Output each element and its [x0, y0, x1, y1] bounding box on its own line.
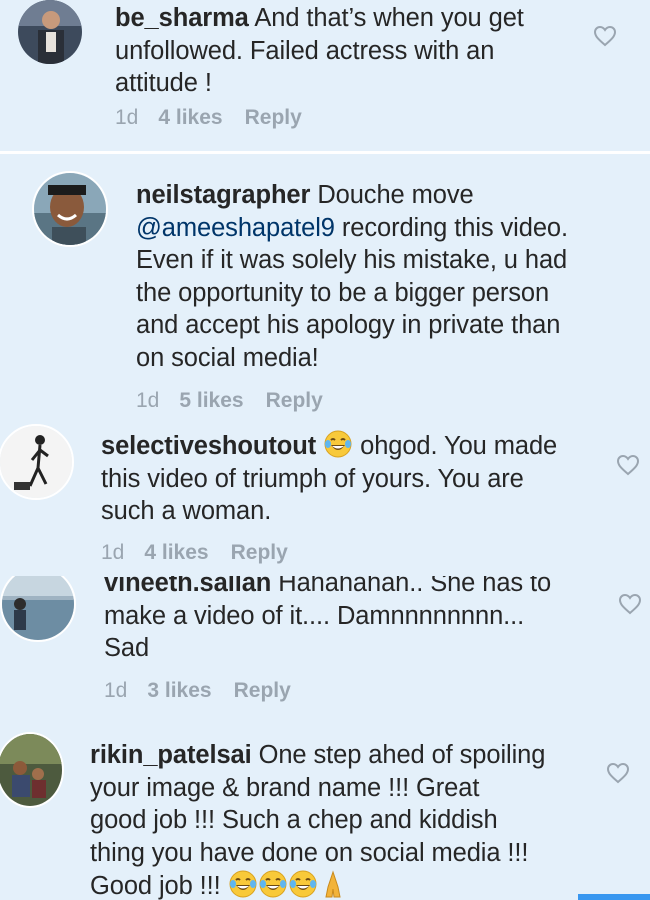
comment-line: Even if it was solely his mistake, u had — [136, 246, 568, 274]
avatar[interactable] — [0, 732, 64, 808]
comment-line: And that’s when you get — [254, 4, 524, 32]
reply-button[interactable]: Reply — [245, 106, 302, 130]
reply-button[interactable]: Reply — [234, 679, 291, 703]
comment-text: be_sharma And that’s when you get unfoll… — [115, 2, 585, 100]
mention-link[interactable]: @ameeshapatel9 — [136, 214, 335, 242]
comment-line: on social media! — [136, 343, 319, 372]
comment-vineeth-sallan: vineeth.sallan Hahahahah.. She has to ma… — [0, 576, 650, 720]
comment-line: this video of triumph of yours. You are — [101, 464, 524, 493]
likes-count[interactable]: 3 likes — [147, 679, 211, 703]
face-with-tears-of-joy-emoji — [289, 870, 317, 898]
comment-selectiveshoutout: selectiveshoutout ohgod. You made this v… — [0, 420, 650, 576]
comment-line: make a video of it.... Damnnnnnnnn... — [104, 601, 525, 630]
comment-meta: 1d 4 likes Reply — [101, 541, 288, 565]
comment-line: Hahahahah.. She has to — [278, 576, 552, 597]
comment-line: the opportunity to be a bigger person — [136, 278, 550, 307]
heart-outline-icon[interactable] — [616, 453, 640, 477]
comment-line: good job !!! Such a chep and kiddish — [90, 806, 498, 834]
avatar-image — [0, 426, 72, 498]
timestamp: 1d — [115, 106, 139, 129]
reply-button[interactable]: Reply — [266, 389, 323, 413]
avatar-image — [0, 734, 62, 806]
avatar[interactable] — [0, 424, 74, 500]
face-with-tears-of-joy-emoji — [229, 870, 257, 898]
folded-hands-emoji — [325, 870, 341, 898]
avatar[interactable] — [0, 576, 76, 642]
username[interactable]: rikin_patelsai — [90, 741, 252, 769]
comment-line: Good job !!! — [90, 872, 221, 900]
avatar-image — [2, 576, 74, 640]
reply-button[interactable]: Reply — [231, 541, 288, 565]
timestamp: 1d — [101, 541, 125, 564]
comment-line: unfollowed. Failed actress with an — [115, 36, 495, 65]
username[interactable]: selectiveshoutout — [101, 432, 316, 460]
likes-count[interactable]: 5 likes — [179, 389, 243, 413]
avatar-image — [18, 0, 82, 64]
comment-meta: 1d 4 likes Reply — [115, 106, 302, 130]
heart-outline-icon[interactable] — [593, 24, 617, 48]
comment-be-sharma: be_sharma And that’s when you get unfoll… — [0, 0, 650, 152]
comment-line: such a woman. — [101, 497, 272, 525]
comment-line: Sad — [104, 634, 150, 662]
comment-line: and accept his apology in private than — [136, 311, 561, 339]
comment-rikin-patelsai: rikin_patelsai One step ahed of spoiling… — [0, 720, 650, 900]
username[interactable]: neilstagrapher — [136, 181, 310, 209]
comment-text: selectiveshoutout ohgod. You made this v… — [101, 429, 621, 528]
comment-text: rikin_patelsai One step ahed of spoiling… — [90, 739, 630, 900]
username[interactable]: vineeth.sallan — [104, 576, 271, 597]
timestamp: 1d — [104, 679, 128, 702]
comment-neilstagrapher: neilstagrapher Douche move @ameeshapatel… — [0, 154, 650, 420]
comment-line: your image & brand name !!! Great — [90, 773, 480, 802]
comment-line: One step ahed of spoiling — [258, 741, 546, 769]
comment-meta: 1d 3 likes Reply — [104, 679, 291, 703]
heart-outline-icon[interactable] — [606, 761, 630, 785]
comment-text: neilstagrapher Douche move @ameeshapatel… — [136, 179, 636, 374]
face-with-tears-of-joy-emoji — [324, 430, 352, 458]
avatar[interactable] — [32, 171, 108, 247]
comment-line: Douche move — [317, 181, 474, 209]
comment-line: ohgod. You made — [360, 432, 558, 460]
comment-line: thing you have done on social media !!! — [90, 838, 529, 867]
scroll-indicator — [578, 894, 650, 900]
timestamp: 1d — [136, 389, 160, 412]
avatar[interactable] — [18, 0, 82, 64]
likes-count[interactable]: 4 likes — [144, 541, 208, 565]
comment-line: recording this video. — [334, 213, 568, 242]
likes-count[interactable]: 4 likes — [158, 106, 222, 130]
username[interactable]: be_sharma — [115, 4, 249, 32]
comment-text: vineeth.sallan Hahahahah.. She has to ma… — [104, 576, 624, 665]
comment-line: attitude ! — [115, 69, 212, 97]
face-with-tears-of-joy-emoji — [259, 870, 287, 898]
avatar-image — [34, 173, 106, 245]
comment-meta: 1d 5 likes Reply — [136, 389, 323, 413]
heart-outline-icon[interactable] — [618, 592, 642, 616]
